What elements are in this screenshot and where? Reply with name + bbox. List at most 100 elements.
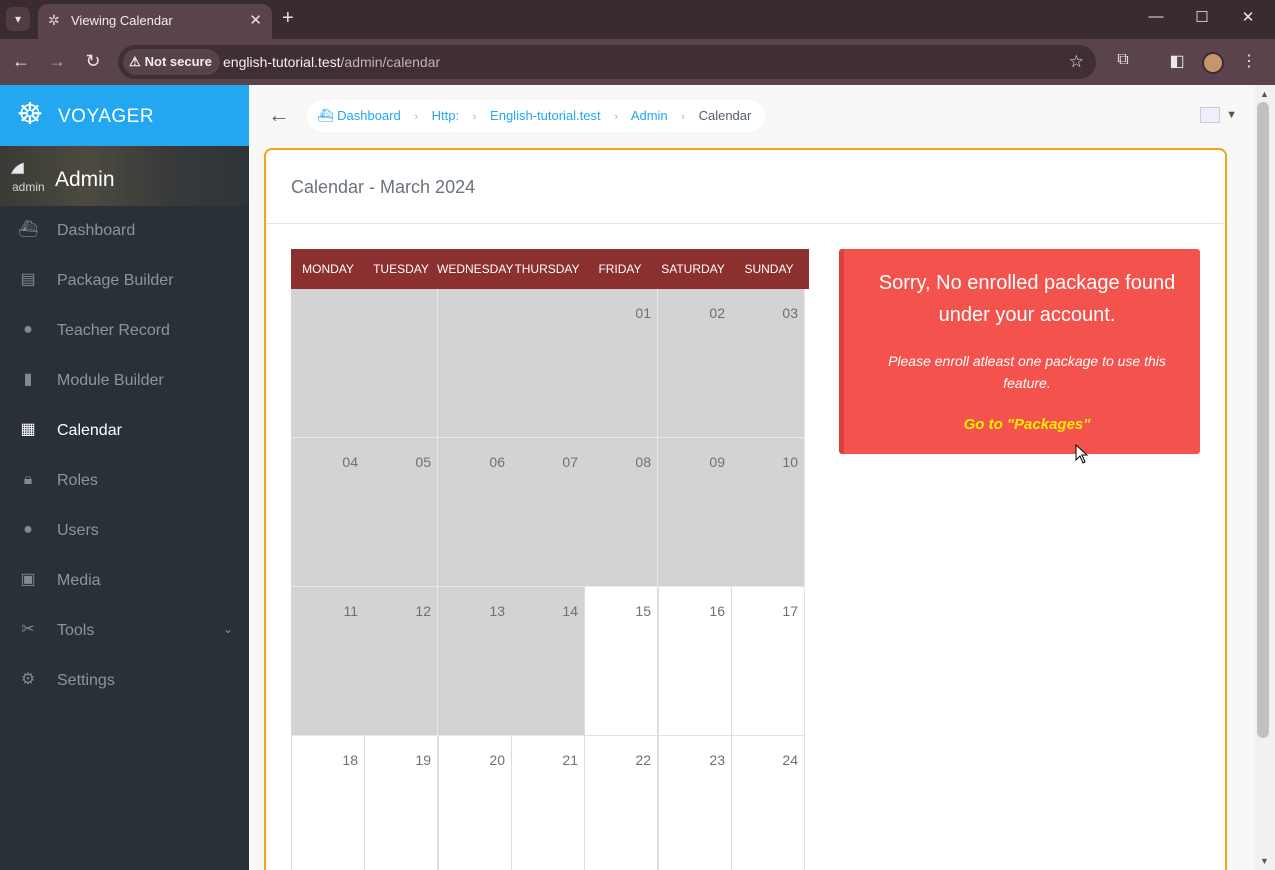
calendar-day-cell[interactable]: 22 xyxy=(584,736,658,870)
gear-icon: ⚙ xyxy=(20,671,36,688)
calendar-day-cell[interactable]: 11 xyxy=(291,587,365,736)
calendar-day-cell[interactable] xyxy=(291,289,365,438)
calendar-day-cell[interactable]: 16 xyxy=(658,587,732,736)
scroll-up-icon[interactable]: ▲ xyxy=(1260,89,1269,99)
day-number: 12 xyxy=(415,603,431,619)
calendar-day-cell[interactable]: 19 xyxy=(364,736,438,870)
sidebar-item-label: Module Builder xyxy=(57,372,164,389)
address-bar[interactable]: ⚠ Not secure english-tutorial.test/admin/… xyxy=(118,45,1096,79)
weekday-header: MONDAY xyxy=(302,262,354,276)
calendar-day-cell[interactable] xyxy=(364,289,438,438)
day-number: 18 xyxy=(342,752,358,768)
tab-search-icon[interactable]: ▾ xyxy=(6,7,30,31)
sidebar-item-dashboard[interactable]: ⛴ Dashboard xyxy=(0,206,249,256)
avatar: admin xyxy=(10,162,48,198)
calendar-day-cell[interactable]: 24 xyxy=(731,736,805,870)
vertical-scrollbar[interactable]: ▲ ▼ xyxy=(1255,85,1275,870)
user-name: Admin xyxy=(55,168,115,191)
url-text[interactable]: english-tutorial.test/admin/calendar xyxy=(223,54,440,70)
sidebar-item-tools[interactable]: ✂ Tools ⌄ xyxy=(0,606,249,656)
weekday-header: THURSDAY xyxy=(514,262,580,276)
calendar-day-cell[interactable]: 10 xyxy=(731,438,805,587)
go-to-packages-link[interactable]: Go to "Packages" xyxy=(864,416,1190,433)
calendar-day-cell[interactable]: 06 xyxy=(438,438,512,587)
url-host: english-tutorial.test xyxy=(223,54,341,70)
sidebar-item-label: Media xyxy=(57,572,101,589)
sidebar-item-teacher-record[interactable]: ● Teacher Record xyxy=(0,306,249,356)
brand-name: VOYAGER xyxy=(58,106,155,127)
security-label: Not secure xyxy=(144,54,212,69)
calendar-day-cell[interactable]: 09 xyxy=(658,438,732,587)
person-icon: ● xyxy=(23,521,33,538)
calendar-day-cell[interactable]: 21 xyxy=(511,736,585,870)
calendar-day-cell[interactable]: 01 xyxy=(584,289,658,438)
url-path: /admin/calendar xyxy=(340,54,441,70)
day-number: 05 xyxy=(415,454,431,470)
maximize-icon[interactable]: ☐ xyxy=(1192,8,1212,26)
calendar-day-cell[interactable]: 03 xyxy=(731,289,805,438)
sidebar-item-settings[interactable]: ⚙ Settings xyxy=(0,656,249,706)
calendar-day-cell[interactable] xyxy=(438,289,512,438)
day-number: 01 xyxy=(635,305,651,321)
day-number: 24 xyxy=(782,752,798,768)
close-window-icon[interactable]: ✕ xyxy=(1238,8,1258,26)
breadcrumb-host[interactable]: English-tutorial.test xyxy=(490,108,601,123)
profile-avatar[interactable] xyxy=(1202,52,1224,74)
calendar-day-cell[interactable]: 15 xyxy=(584,587,658,736)
sidebar-item-calendar[interactable]: ▦ Calendar xyxy=(0,406,249,456)
breadcrumb-chevron-icon: › xyxy=(614,111,618,123)
brand-header[interactable]: ☸ VOYAGER xyxy=(0,85,249,146)
browser-toolbar: ← → ↻ ⚠ Not secure english-tutorial.test/… xyxy=(0,39,1275,85)
day-number: 20 xyxy=(489,752,505,768)
calendar-day-cell[interactable]: 18 xyxy=(291,736,365,870)
weekday-header: SUNDAY xyxy=(744,262,794,276)
sidebar-toggle-arrow-icon[interactable]: ← xyxy=(268,103,290,127)
sidebar-item-label: Tools xyxy=(57,622,95,639)
tab-favicon-icon: ✲ xyxy=(48,12,60,28)
sidebar-item-package-builder[interactable]: ▤ Package Builder xyxy=(0,256,249,306)
breadcrumb-http[interactable]: Http: xyxy=(432,108,459,123)
calendar-day-cell[interactable] xyxy=(511,289,585,438)
scroll-down-icon[interactable]: ▼ xyxy=(1260,856,1269,866)
breadcrumb-admin[interactable]: Admin xyxy=(631,108,668,123)
calendar-header: MONDAY TUESDAY WEDNESDAY THURSDAY FRIDAY SATU… xyxy=(291,249,809,289)
day-number: 23 xyxy=(709,752,725,768)
side-panel-icon[interactable]: ◧ xyxy=(1166,51,1188,71)
calendar-day-cell[interactable]: 04 xyxy=(291,438,365,587)
reload-icon[interactable]: ↻ xyxy=(82,50,104,72)
day-number: 07 xyxy=(562,454,578,470)
sidebar-item-users[interactable]: ● Users xyxy=(0,506,249,556)
calendar-day-cell[interactable]: 23 xyxy=(658,736,732,870)
calendar-day-cell[interactable]: 08 xyxy=(584,438,658,587)
extensions-icon[interactable]: ⧉ xyxy=(1112,51,1134,69)
minimize-icon[interactable]: — xyxy=(1146,8,1166,25)
scrollbar-thumb[interactable] xyxy=(1257,102,1269,738)
forward-icon[interactable]: → xyxy=(46,50,68,72)
calendar-day-cell[interactable]: 14 xyxy=(511,587,585,736)
tab-close-icon[interactable]: ✕ xyxy=(249,11,262,29)
user-menu-dropdown[interactable]: ▼ xyxy=(1200,107,1237,123)
no-package-alert: Sorry, No enrolled package found under y… xyxy=(839,249,1200,454)
breadcrumb-dashboard[interactable]: ⛴ Dashboard xyxy=(317,108,401,123)
calendar-day-cell[interactable]: 05 xyxy=(364,438,438,587)
day-number: 10 xyxy=(782,454,798,470)
sidebar-item-roles[interactable]: 🔒︎ Roles xyxy=(0,456,249,506)
calendar-day-cell[interactable]: 13 xyxy=(438,587,512,736)
calendar-day-cell[interactable]: 02 xyxy=(658,289,732,438)
weekday-header: WEDNESDAY xyxy=(437,262,514,276)
user-panel[interactable]: admin Admin xyxy=(0,146,249,206)
new-tab-icon[interactable]: + xyxy=(282,7,294,29)
calendar-day-cell[interactable]: 07 xyxy=(511,438,585,587)
security-chip[interactable]: ⚠ Not secure xyxy=(123,49,220,75)
calendar-day-cell[interactable]: 12 xyxy=(364,587,438,736)
breadcrumb-chevron-icon: › xyxy=(681,111,685,123)
back-icon[interactable]: ← xyxy=(10,50,32,72)
menu-kebab-icon[interactable]: ⋮ xyxy=(1238,51,1260,71)
bookmark-star-icon[interactable]: ☆ xyxy=(1069,52,1084,72)
sidebar-item-media[interactable]: ▣ Media xyxy=(0,556,249,606)
calendar-day-cell[interactable]: 20 xyxy=(438,736,512,870)
tools-icon: ✂ xyxy=(21,621,35,638)
browser-tab[interactable]: ✲ Viewing Calendar ✕ xyxy=(38,4,272,39)
sidebar-item-module-builder[interactable]: ▮ Module Builder xyxy=(0,356,249,406)
calendar-day-cell[interactable]: 17 xyxy=(731,587,805,736)
